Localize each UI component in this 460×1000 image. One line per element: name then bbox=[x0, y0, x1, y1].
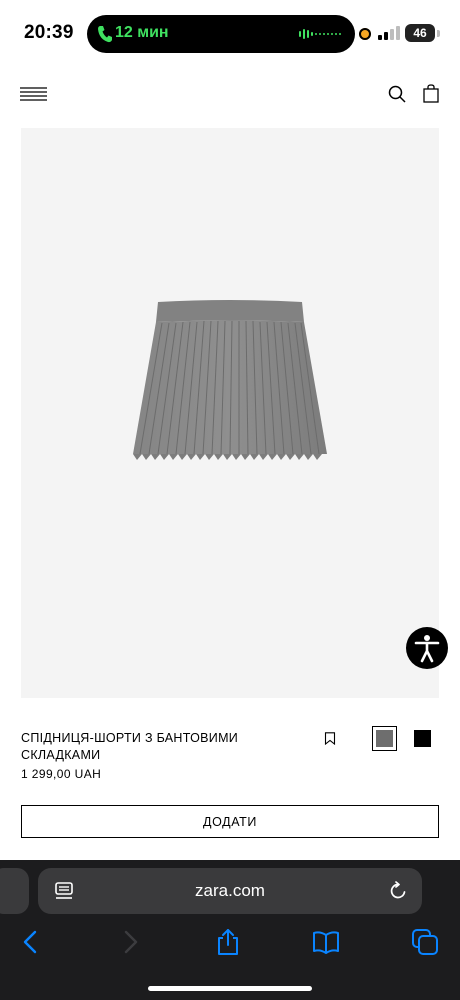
add-to-cart-button[interactable]: ДОДАТИ bbox=[21, 805, 439, 838]
signal-icon bbox=[378, 26, 400, 40]
share-icon[interactable] bbox=[214, 928, 242, 956]
address-bar[interactable]: zara.com bbox=[38, 868, 422, 914]
forward-icon[interactable] bbox=[116, 928, 144, 956]
status-bar: 20:39 12 мин 46 bbox=[0, 0, 460, 66]
status-time: 20:39 bbox=[24, 22, 74, 43]
site-header bbox=[0, 76, 460, 116]
bookmarks-icon[interactable] bbox=[312, 928, 340, 956]
color-swatch-grey[interactable] bbox=[372, 726, 397, 751]
tabs-icon[interactable] bbox=[411, 928, 439, 956]
call-duration: 12 мин bbox=[115, 24, 169, 41]
color-swatch-black[interactable] bbox=[414, 730, 431, 747]
accessibility-button[interactable] bbox=[406, 627, 448, 669]
previous-tab-preview[interactable] bbox=[0, 868, 29, 914]
accessibility-icon bbox=[414, 635, 440, 663]
audio-wave-icon bbox=[299, 29, 341, 39]
shopping-bag-icon[interactable] bbox=[423, 84, 439, 103]
battery-cap bbox=[437, 30, 440, 37]
back-icon[interactable] bbox=[17, 928, 45, 956]
bookmark-icon[interactable] bbox=[324, 732, 336, 745]
phone-icon bbox=[98, 26, 112, 43]
menu-icon[interactable] bbox=[20, 87, 47, 101]
product-image[interactable] bbox=[21, 128, 439, 698]
recording-indicator-dot bbox=[359, 28, 371, 40]
url-text: zara.com bbox=[195, 881, 265, 900]
skirt-image bbox=[133, 300, 327, 460]
product-price: 1 299,00 UAH bbox=[21, 767, 102, 781]
browser-toolbar: zara.com bbox=[0, 860, 460, 1000]
color-swatch-grey-fill bbox=[376, 730, 393, 747]
product-name: СПІДНИЦЯ-ШОРТИ З БАНТОВИМИ СКЛАДКАМИ bbox=[21, 731, 239, 762]
battery-icon: 46 bbox=[405, 24, 435, 42]
search-icon[interactable] bbox=[388, 85, 406, 103]
home-indicator bbox=[148, 986, 312, 991]
reload-icon[interactable] bbox=[388, 881, 408, 901]
active-call-pill[interactable]: 12 мин bbox=[87, 15, 355, 53]
